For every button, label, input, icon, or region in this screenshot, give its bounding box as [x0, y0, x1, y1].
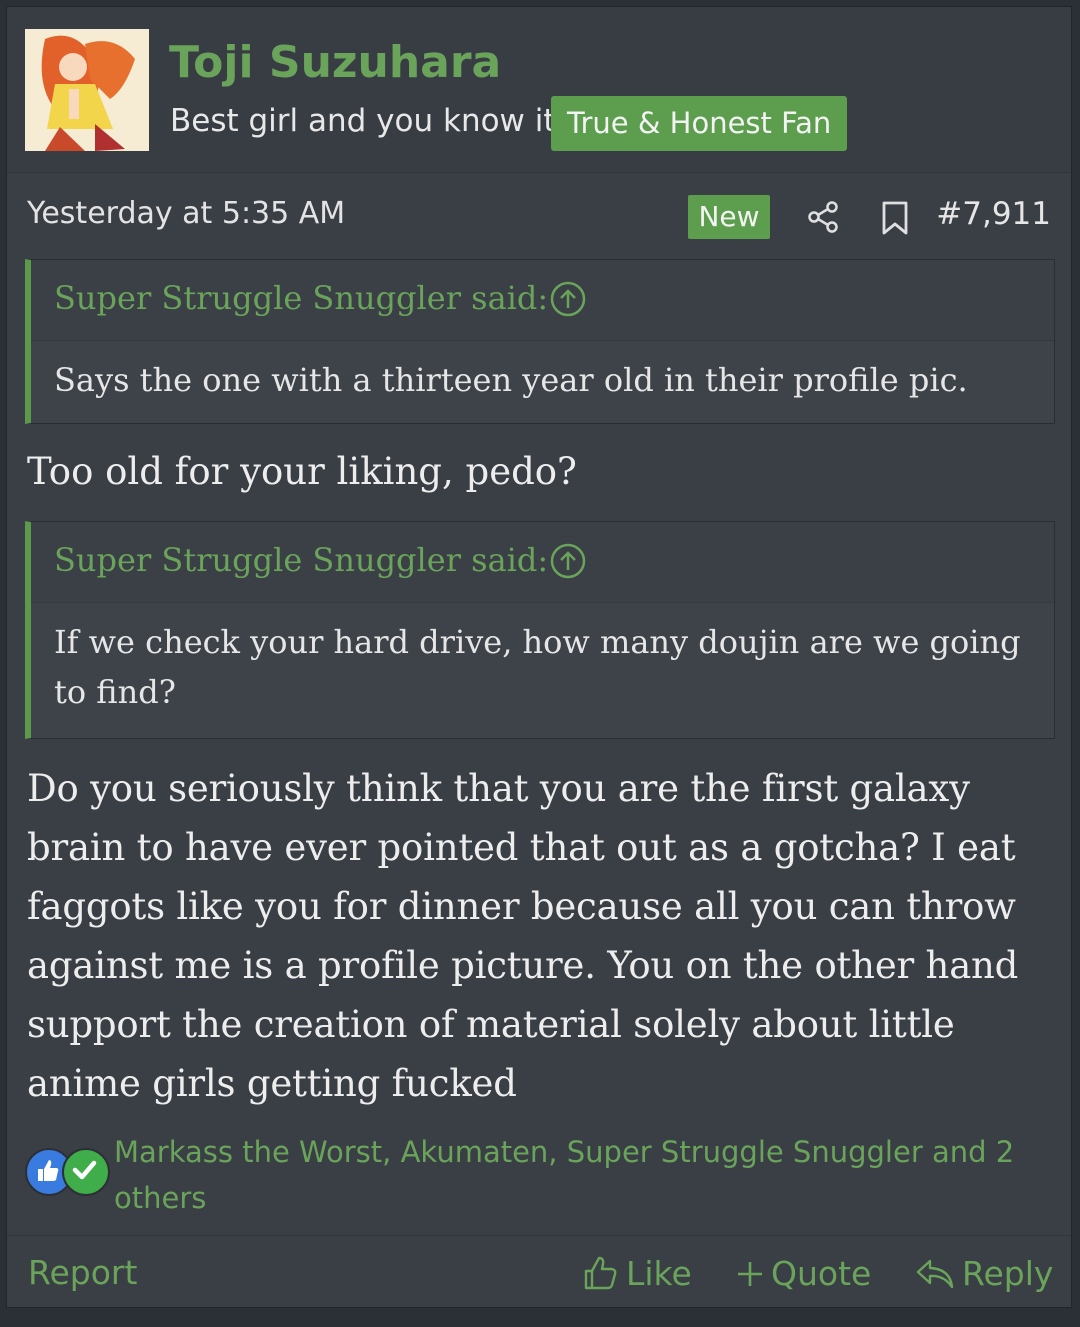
post-date[interactable]: Yesterday at 5:35 AM — [27, 196, 345, 231]
reply-icon — [916, 1259, 954, 1289]
quote-label: Quote — [771, 1253, 872, 1293]
share-icon[interactable] — [805, 199, 841, 235]
quote-author[interactable]: Super Struggle Snuggler said: — [54, 539, 548, 581]
quote-button[interactable]: Quote — [735, 1253, 871, 1293]
reply-label: Reply — [962, 1253, 1054, 1293]
bookmark-icon[interactable] — [880, 201, 910, 235]
quote-header: Super Struggle Snuggler said: — [31, 522, 1054, 603]
user-banner: True & Honest Fan — [551, 96, 848, 151]
thumbs-up-icon — [584, 1256, 617, 1290]
user-title: Best girl and you know it — [170, 103, 556, 139]
arrow-up-circle-icon[interactable] — [549, 280, 587, 318]
quote-text: If we check your hard drive, how many do… — [54, 623, 1021, 711]
header-divider — [7, 172, 1071, 173]
user-header: Toji Suzuhara Best girl and you know it … — [7, 7, 1071, 172]
quote-block: Super Struggle Snuggler said: Says the o… — [25, 259, 1055, 424]
check-icon[interactable] — [62, 1148, 110, 1196]
new-badge: New — [688, 195, 770, 239]
plus-icon — [738, 1262, 762, 1286]
reaction-users-link[interactable]: Markass the Worst, Akumaten, Super Strug… — [114, 1129, 1054, 1221]
message-text: Too old for your liking, pedo? — [27, 450, 577, 493]
like-label: Like — [626, 1253, 692, 1293]
forum-post: Toji Suzuhara Best girl and you know it … — [6, 6, 1072, 1308]
username[interactable]: Toji Suzuhara — [169, 35, 501, 91]
post-meta: Yesterday at 5:35 AM New #7,911 — [7, 185, 1071, 245]
quote-block: Super Struggle Snuggler said: If we chec… — [25, 521, 1055, 739]
reactions-bar: Markass the Worst, Akumaten, Super Strug… — [25, 1125, 1065, 1225]
reply-button[interactable]: Reply — [914, 1253, 1053, 1293]
footer-divider — [7, 1235, 1071, 1236]
arrow-up-circle-icon[interactable] — [549, 542, 587, 580]
user-avatar[interactable] — [25, 29, 149, 151]
message-text: Do you seriously think that you are the … — [27, 767, 1019, 1105]
post-number[interactable]: #7,911 — [936, 196, 1051, 232]
quote-header: Super Struggle Snuggler said: — [31, 260, 1054, 341]
quote-author[interactable]: Super Struggle Snuggler said: — [54, 277, 548, 319]
quote-text: Says the one with a thirteen year old in… — [54, 361, 968, 399]
like-button[interactable]: Like — [580, 1253, 692, 1293]
report-button[interactable]: Report — [28, 1253, 137, 1292]
